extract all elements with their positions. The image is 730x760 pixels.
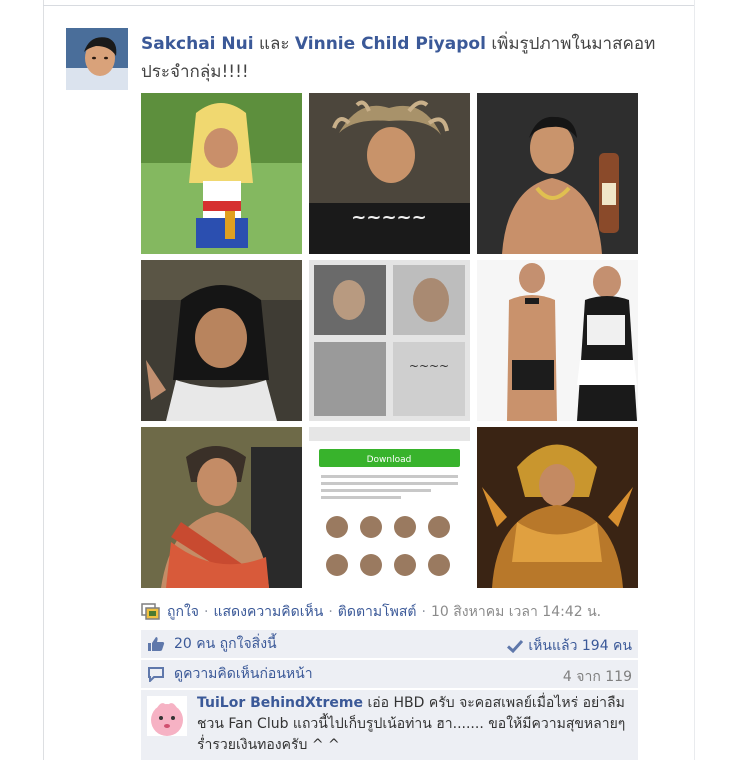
photo-3[interactable] — [477, 93, 638, 254]
photo-9[interactable] — [477, 427, 638, 588]
actor-name-2[interactable]: Vinnie Child Piyapol — [295, 34, 486, 54]
actor-name-1[interactable]: Sakchai Nui — [141, 34, 254, 54]
photo-7[interactable] — [141, 427, 302, 588]
checkmark-icon — [507, 639, 524, 653]
follow-post-link[interactable]: ติดตามโพสต์ — [338, 601, 417, 623]
comment-item: TuiLor BehindXtreme เอ่อ HBD ครับ จะคอสเ… — [141, 690, 638, 760]
commenter-avatar-image — [147, 696, 187, 736]
photo-grid: ~~~~~ ~~~~ Download — [141, 93, 638, 589]
action-text-2: ประจำกลุ่ม!!!! — [141, 62, 249, 82]
seen-count: เห็นแล้ว 194 คน — [528, 638, 632, 654]
photo-4[interactable] — [141, 260, 302, 421]
photo-5-image: ~~~~ — [309, 260, 470, 421]
separator-dot: · — [328, 604, 333, 620]
commenter-avatar[interactable] — [147, 696, 187, 736]
actor-avatar[interactable] — [66, 28, 128, 90]
photo-1[interactable] — [141, 93, 302, 254]
photo-4-image — [141, 260, 302, 421]
seen-by[interactable]: เห็นแล้ว 194 คน — [507, 635, 632, 657]
connector-text: และ — [258, 34, 290, 54]
svg-text:~~~~~: ~~~~~ — [351, 207, 426, 228]
like-link[interactable]: ถูกใจ — [167, 601, 199, 623]
story-action-bar: ถูกใจ · แสดงความคิดเห็น · ติดตามโพสต์ · … — [141, 601, 641, 623]
svg-text:~~~~: ~~~~ — [409, 359, 449, 373]
thumbs-up-icon — [148, 637, 165, 651]
comment-bubble-icon — [148, 667, 164, 682]
photo-8[interactable]: Download — [309, 427, 470, 588]
photo-3-image — [477, 93, 638, 254]
photo-2-image: ~~~~~ — [309, 93, 470, 254]
download-label: Download — [367, 455, 412, 465]
photo-1-image — [141, 93, 302, 254]
photo-6[interactable] — [477, 260, 638, 421]
photo-8-image: Download — [309, 427, 470, 588]
feed-border-left — [43, 0, 44, 760]
comment-count: 4 จาก 119 — [562, 669, 632, 685]
likes-count-link[interactable]: 20 คน ถูกใจสิ่งนี้ — [174, 633, 277, 655]
photo-9-image — [477, 427, 638, 588]
photo-2[interactable]: ~~~~~ — [309, 93, 470, 254]
likes-row: 20 คน ถูกใจสิ่งนี้ เห็นแล้ว 194 คน — [141, 630, 638, 658]
comment-body: TuiLor BehindXtreme เอ่อ HBD ครับ จะคอสเ… — [197, 693, 633, 756]
post-timestamp[interactable]: 10 สิงหาคม เวลา 14:42 น. — [431, 601, 601, 623]
comment-author-link[interactable]: TuiLor BehindXtreme — [197, 695, 363, 711]
view-previous-row: ดูความคิดเห็นก่อนหน้า 4 จาก 119 — [141, 660, 638, 688]
story-divider — [43, 5, 694, 6]
photo-6-image — [477, 260, 638, 421]
avatar-image — [66, 28, 128, 90]
view-previous-comments-link[interactable]: ดูความคิดเห็นก่อนหน้า — [174, 663, 313, 685]
comment-link[interactable]: แสดงความคิดเห็น — [213, 601, 323, 623]
separator-dot: · — [204, 604, 209, 620]
photo-album-icon — [141, 603, 160, 620]
feed-border-right — [694, 0, 695, 760]
story-headline: Sakchai Nui และ Vinnie Child Piyapol เพิ… — [141, 30, 686, 86]
photo-7-image — [141, 427, 302, 588]
action-text: เพิ่มรูปภาพในมาสคอท — [491, 34, 656, 54]
photo-5[interactable]: ~~~~ — [309, 260, 470, 421]
separator-dot: · — [421, 604, 426, 620]
